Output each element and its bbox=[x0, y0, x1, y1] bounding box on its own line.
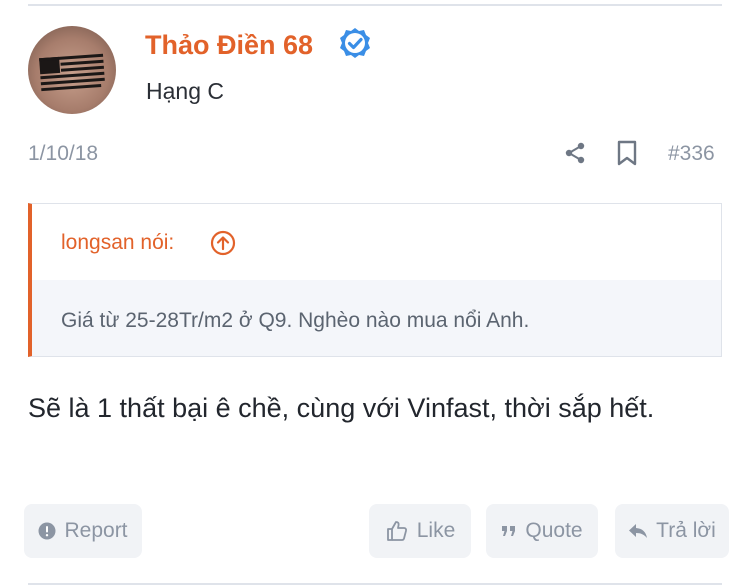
quote-block: longsan nói: Giá từ 25-28Tr/m2 ở Q9. Ngh… bbox=[28, 203, 722, 357]
reply-arrow-icon bbox=[629, 524, 648, 538]
quote-button[interactable]: Quote bbox=[486, 504, 598, 558]
arrow-up-circle-icon[interactable] bbox=[210, 230, 236, 256]
top-divider bbox=[28, 4, 722, 6]
quote-text: Giá từ 25-28Tr/m2 ở Q9. Nghèo nào mua nổ… bbox=[61, 309, 530, 332]
bookmark-icon[interactable] bbox=[616, 140, 638, 166]
post-number[interactable]: #336 bbox=[668, 142, 715, 166]
bottom-divider bbox=[28, 583, 722, 585]
avatar-flag-tattoo-image bbox=[39, 53, 105, 92]
avatar[interactable] bbox=[28, 26, 116, 114]
author-name[interactable]: Thảo Điền 68 bbox=[145, 30, 313, 61]
like-label: Like bbox=[416, 519, 456, 542]
quote-marks-icon bbox=[502, 526, 516, 536]
alert-circle-icon bbox=[38, 522, 56, 540]
quote-author[interactable]: longsan nói: bbox=[61, 231, 174, 255]
quote-header: longsan nói: bbox=[32, 204, 721, 280]
like-button[interactable]: Like bbox=[369, 504, 471, 558]
share-icon[interactable] bbox=[563, 141, 587, 165]
user-rank: Hạng C bbox=[146, 78, 224, 104]
post-date[interactable]: 1/10/18 bbox=[28, 142, 98, 166]
post-body-text: Sẽ là 1 thất bại ê chề, cùng với Vinfast… bbox=[28, 393, 655, 423]
reply-button[interactable]: Trả lời bbox=[615, 504, 729, 558]
thumbs-up-icon bbox=[386, 521, 407, 541]
quote-label: Quote bbox=[525, 519, 583, 542]
reply-label: Trả lời bbox=[656, 519, 716, 542]
verified-badge-icon bbox=[340, 28, 370, 58]
report-button[interactable]: Report bbox=[24, 504, 142, 558]
quote-body: Giá từ 25-28Tr/m2 ở Q9. Nghèo nào mua nổ… bbox=[32, 280, 721, 356]
report-label: Report bbox=[64, 519, 128, 542]
